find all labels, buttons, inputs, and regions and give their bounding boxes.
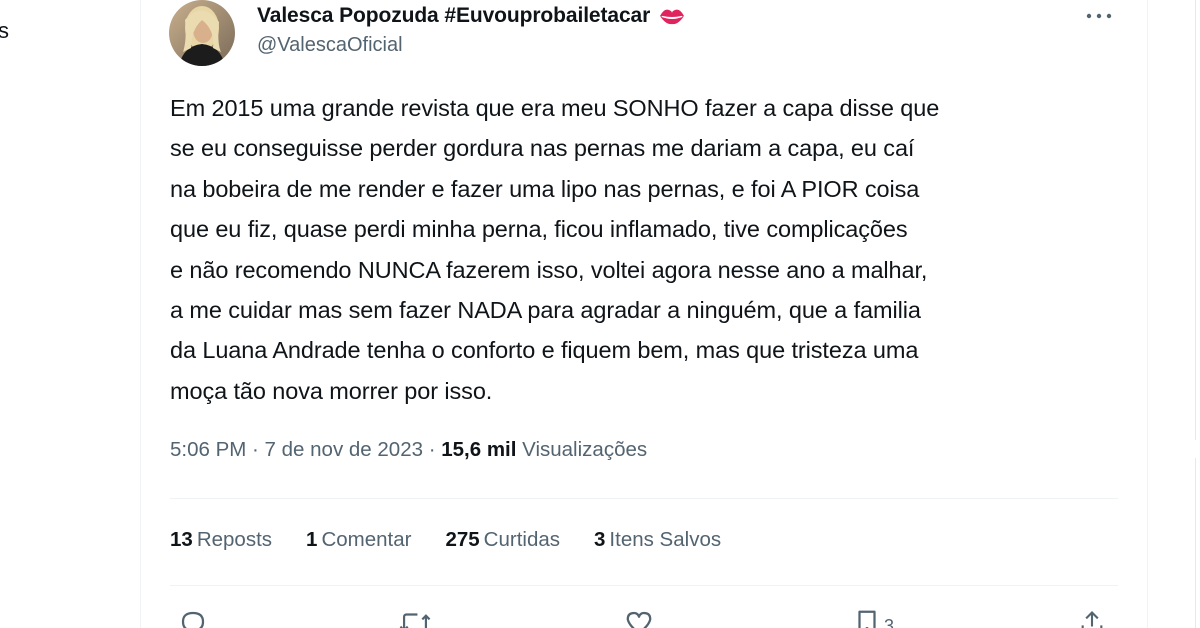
author-handle[interactable]: @ValescaOficial <box>257 34 686 57</box>
reply-icon[interactable] <box>178 608 218 628</box>
author-display-name[interactable]: Valesca Popozuda #Euvouprobailetacar <box>257 4 650 28</box>
kiss-lips-icon <box>658 5 686 27</box>
likes-stat[interactable]: 275 Curtidas <box>445 528 560 552</box>
more-icon[interactable] <box>1081 0 1117 32</box>
views-count: 15,6 mil <box>441 438 517 461</box>
reposts-stat[interactable]: 13 Reposts <box>170 528 272 552</box>
share-icon[interactable] <box>1078 608 1118 628</box>
comments-stat[interactable]: 1 Comentar <box>306 528 411 552</box>
reposts-count: 13 <box>170 528 193 551</box>
tweet-actions: 3 <box>170 608 1118 628</box>
comments-count: 1 <box>306 528 318 551</box>
tweet-text: Em 2015 uma grande revista que era meu S… <box>170 95 940 404</box>
page: s Valesca Popozuda #Euvouprobailetacar @… <box>0 0 1200 628</box>
repost-icon[interactable] <box>398 608 438 628</box>
bookmarks-label: Itens Salvos <box>609 528 722 551</box>
tweet-meta: 5:06 PM · 7 de nov de 2023 · 15,6 mil Vi… <box>170 438 647 462</box>
author-header: Valesca Popozuda #Euvouprobailetacar @Va… <box>257 2 686 57</box>
bookmarks-stat[interactable]: 3 Itens Salvos <box>594 528 721 552</box>
bookmark-action-count: 3 <box>884 616 895 628</box>
comments-label: Comentar <box>321 528 412 551</box>
engagement-stats: 13 Reposts 1 Comentar 275 Curtidas 3 Itens S… <box>170 528 755 552</box>
divider <box>170 498 1118 499</box>
reposts-label: Reposts <box>196 528 273 551</box>
divider <box>170 585 1118 586</box>
tweet-card: Valesca Popozuda #Euvouprobailetacar @Va… <box>140 0 1148 628</box>
likes-count: 275 <box>445 528 480 551</box>
avatar[interactable] <box>169 0 235 66</box>
tweet-timestamp[interactable]: 5:06 PM · 7 de nov de 2023 · <box>170 438 441 461</box>
heart-icon[interactable] <box>624 608 664 628</box>
right-panel-edge <box>1194 0 1200 628</box>
likes-label: Curtidas <box>483 528 561 551</box>
views-label: Visualizações <box>516 438 648 461</box>
sidebar-partial-label[interactable]: s <box>0 18 9 44</box>
bookmark-icon[interactable]: 3 <box>854 608 894 628</box>
bookmarks-count: 3 <box>594 528 606 551</box>
